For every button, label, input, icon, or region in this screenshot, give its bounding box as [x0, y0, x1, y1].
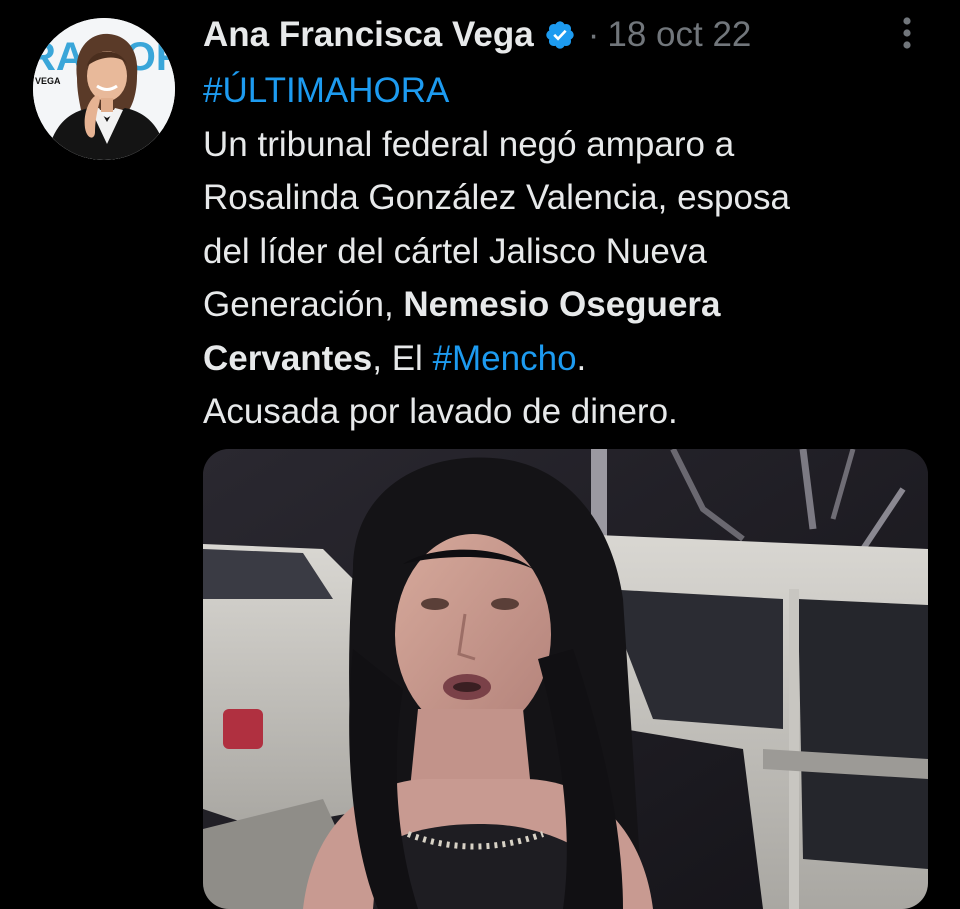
tweet-line-3: del líder del cártel Jalisco Nueva [203, 231, 707, 271]
tweet-line-5: Cervantes, El #Mencho. [203, 332, 938, 386]
tweet-line-4-text: Generación, [203, 285, 404, 324]
tweet-line-2: Rosalinda González Valencia, esposa [203, 178, 790, 217]
bold-name-part-1: Nemesio Oseguera [403, 285, 721, 324]
hashtag-ultimahora[interactable]: #ÚLTIMAHORA [203, 71, 449, 110]
author-avatar[interactable]: RADIOFÓRMULA VEGA [33, 18, 175, 160]
verified-badge-icon [544, 19, 576, 51]
tweet-line-hashtag: #ÚLTIMAHORA [203, 64, 938, 118]
bold-name-part-2: Cervantes [203, 338, 373, 378]
hashtag-mencho[interactable]: #Mencho [433, 339, 577, 378]
author-name[interactable]: Ana Francisca Vega [203, 15, 534, 55]
more-options-icon[interactable] [890, 14, 924, 54]
header-separator: · [587, 15, 600, 54]
tweet-header: Ana Francisca Vega · 18 oct 22 [203, 12, 751, 58]
tweet-line-1: Un tribunal federal negó amparo a [203, 124, 735, 164]
tweet-line-5-end: . [576, 338, 587, 378]
avatar-banner-sub: VEGA [35, 76, 61, 86]
tweet-date[interactable]: 18 oct 22 [607, 15, 751, 55]
tweet-line-6: Acusada por lavado de dinero. [203, 392, 678, 431]
tweet-media-photo[interactable] [203, 449, 928, 909]
tweet-text: #ÚLTIMAHORA Un tribunal federal negó amp… [203, 64, 938, 439]
tweet-line-4: Generación, Nemesio Oseguera [203, 278, 938, 332]
tweet-line-5-text: , El [372, 338, 433, 378]
